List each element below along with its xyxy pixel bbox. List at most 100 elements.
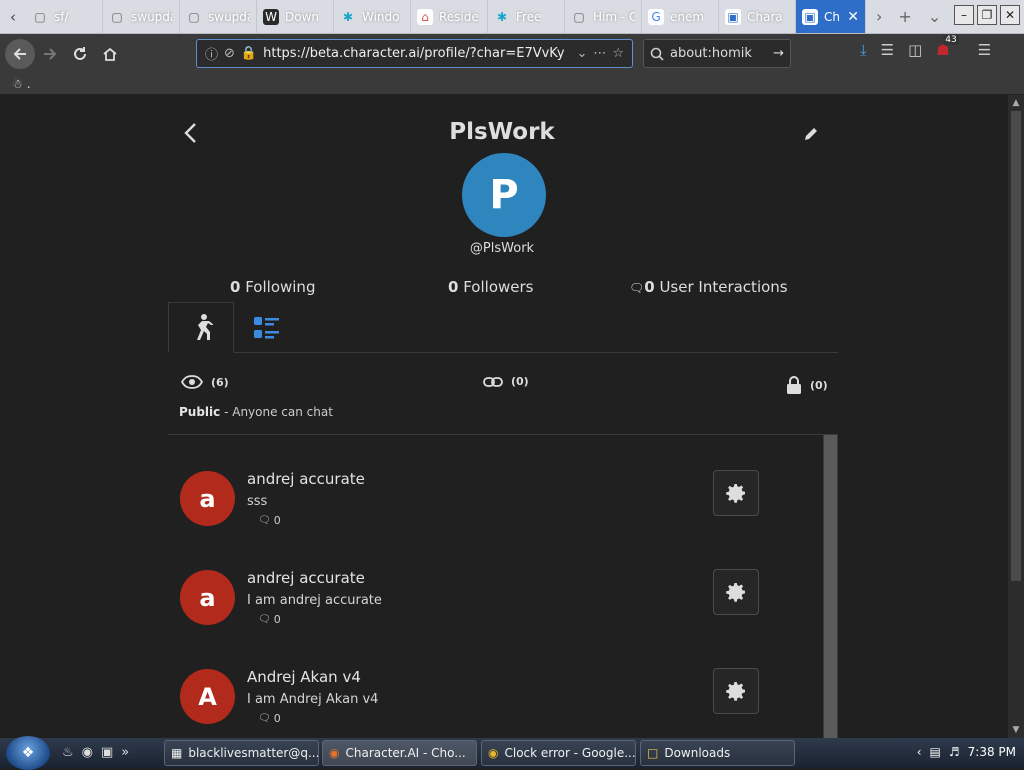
filter-public[interactable]: (6) <box>181 375 229 389</box>
tab-tools: › + ⌄ <box>866 0 941 33</box>
character-name[interactable]: andrej accurate <box>247 569 365 587</box>
forward-button[interactable] <box>35 39 65 69</box>
show-desktop-icon[interactable]: ▣ <box>101 745 113 760</box>
chat-bubble-icon: 🗨 <box>258 614 271 625</box>
chevron-down-icon[interactable]: ⌄ <box>576 46 587 61</box>
tracking-protection-icon[interactable]: ⊘ <box>224 46 235 61</box>
filter-unlisted[interactable]: (0) <box>483 375 529 388</box>
page-actions-icon[interactable]: ⋯ <box>593 46 606 61</box>
list-icon <box>254 316 279 338</box>
character-description: I am Andrej Akan v4 <box>247 692 379 707</box>
clock[interactable]: 7:38 PM <box>968 745 1016 759</box>
scroll-down-icon[interactable]: ▼ <box>1008 722 1024 738</box>
browser-tab[interactable]: ▢ swupdate <box>180 0 257 33</box>
browser-tab[interactable]: ▣ Ch ✕ <box>796 0 866 33</box>
character-avatar[interactable]: a <box>180 471 235 526</box>
arrow-right-icon <box>44 47 57 60</box>
search-input[interactable]: about:homik <box>670 46 767 61</box>
view-tabs <box>168 302 838 353</box>
home-button[interactable] <box>95 39 125 69</box>
volume-icon[interactable]: ♬ <box>949 745 960 759</box>
back-arrow-icon[interactable] <box>183 121 199 151</box>
tab-scroll-right-icon[interactable]: › <box>876 7 882 26</box>
home-icon <box>103 47 117 61</box>
ublock-icon[interactable]: ☗ 43 <box>936 35 959 59</box>
close-window-button[interactable]: ✕ <box>1000 5 1020 25</box>
browser-tab[interactable]: ✱ Windo <box>334 0 411 33</box>
new-tab-icon[interactable]: + <box>898 7 911 26</box>
taskbar-item[interactable]: □ Downloads <box>640 740 795 766</box>
network-icon[interactable]: ▤ <box>930 745 941 759</box>
tab-posts[interactable] <box>234 302 300 353</box>
tray-chevron-icon[interactable]: ‹ <box>917 745 922 759</box>
character-settings-button[interactable] <box>713 470 759 516</box>
page-icon: ▢ <box>32 8 48 25</box>
browser-tab[interactable]: ▢ swupdate <box>103 0 180 33</box>
browser-tab[interactable]: ▢ sf/ <box>26 0 103 33</box>
restore-button[interactable]: ❐ <box>977 5 997 25</box>
list-scrollbar-thumb[interactable] <box>824 435 837 738</box>
tab-title: Chara <box>747 9 783 24</box>
stat-user-interactions[interactable]: 🗨0 User Interactions <box>629 278 788 296</box>
character-settings-button[interactable] <box>713 569 759 615</box>
search-go-icon[interactable]: → <box>773 46 784 61</box>
list-item[interactable]: a andrej accurate sss 🗨 0 <box>168 470 823 561</box>
browser-tab[interactable]: Genem <box>642 0 719 33</box>
tab-strip: ‹ ▢ sf/ ▢ swupdate ▢ swupdate W Down ✱ Windo ⌂ Resi… <box>0 0 1024 34</box>
tab-list-chevron-icon[interactable]: ⌄ <box>928 7 941 26</box>
interaction-count: 🗨 0 <box>258 514 281 527</box>
url-text[interactable]: https://beta.character.ai/profile/?char=… <box>263 46 570 61</box>
tab-scroll-left-icon[interactable]: ‹ <box>0 0 26 33</box>
search-box[interactable]: about:homik → <box>643 39 791 68</box>
character-name[interactable]: Andrej Akan v4 <box>247 668 361 686</box>
quick-launch-icon[interactable]: ♨ <box>62 745 74 760</box>
downloads-icon[interactable]: ⤓ <box>860 41 867 59</box>
filter-private[interactable]: (0) <box>786 375 828 395</box>
lock-icon[interactable]: 🔒 <box>241 46 257 61</box>
list-scrollbar[interactable] <box>823 435 838 738</box>
list-item[interactable]: a andrej accurate I am andrej accurate 🗨… <box>168 569 823 660</box>
browser-tab[interactable]: ▣ Chara <box>719 0 796 33</box>
tab-title: enem <box>670 9 705 24</box>
tab-characters[interactable] <box>168 302 234 353</box>
character-name[interactable]: andrej accurate <box>247 470 365 488</box>
edit-pencil-icon[interactable] <box>802 125 820 147</box>
browser-tab[interactable]: ✱ Free <box>488 0 565 33</box>
asterisk-icon: ✱ <box>496 9 508 24</box>
browser-tab[interactable]: W Down <box>257 0 334 33</box>
character-avatar[interactable]: a <box>180 570 235 625</box>
sidebar-icon[interactable]: ◫ <box>908 41 922 59</box>
chevron-right-icon[interactable]: » <box>121 745 129 760</box>
tab-title: Windo <box>362 9 400 24</box>
stat-following[interactable]: 0 Following <box>230 278 315 296</box>
bookmark-icon[interactable]: ☃ <box>12 77 23 91</box>
arrow-left-icon <box>13 47 26 60</box>
page-icon: ▢ <box>109 8 125 25</box>
character-settings-button[interactable] <box>713 668 759 714</box>
library-icon[interactable]: ☰ <box>881 41 894 59</box>
info-icon[interactable]: ⓘ <box>205 44 218 63</box>
back-button[interactable] <box>5 38 35 69</box>
taskbar-item[interactable]: ▦ blacklivesmatter@q... <box>164 740 319 766</box>
minimize-button[interactable]: – <box>954 5 974 25</box>
reload-button[interactable] <box>65 39 95 69</box>
scroll-up-icon[interactable]: ▲ <box>1008 95 1024 111</box>
list-item[interactable]: A Andrej Akan v4 I am Andrej Akan v4 🗨 0 <box>168 668 823 738</box>
asterisk-icon: ✱ <box>342 9 354 24</box>
visibility-filters: (6) (0) (0) Public - Anyone can chat <box>168 373 838 435</box>
quick-launch-icon[interactable]: ◉ <box>82 745 93 760</box>
page-scrollbar-thumb[interactable] <box>1011 111 1021 581</box>
browser-tab[interactable]: ⌂ Reside <box>411 0 488 33</box>
start-button[interactable]: ❖ <box>6 736 50 770</box>
bookmark-label[interactable]: . <box>27 77 31 91</box>
close-tab-icon[interactable]: ✕ <box>847 9 859 25</box>
page-scrollbar[interactable]: ▲ ▼ <box>1008 95 1024 738</box>
menu-icon[interactable]: ☰ <box>978 41 991 59</box>
stat-followers[interactable]: 0 Followers <box>448 278 533 296</box>
taskbar-item[interactable]: ◉ Character.AI - Cho... <box>322 740 477 766</box>
character-avatar[interactable]: A <box>180 669 235 724</box>
taskbar-item[interactable]: ◉ Clock error - Google... <box>481 740 636 766</box>
bookmark-star-icon[interactable]: ☆ <box>612 46 624 61</box>
browser-tab[interactable]: ▢ Him - Cha <box>565 0 642 33</box>
address-bar[interactable]: ⓘ ⊘ 🔒 https://beta.character.ai/profile/… <box>196 39 633 68</box>
